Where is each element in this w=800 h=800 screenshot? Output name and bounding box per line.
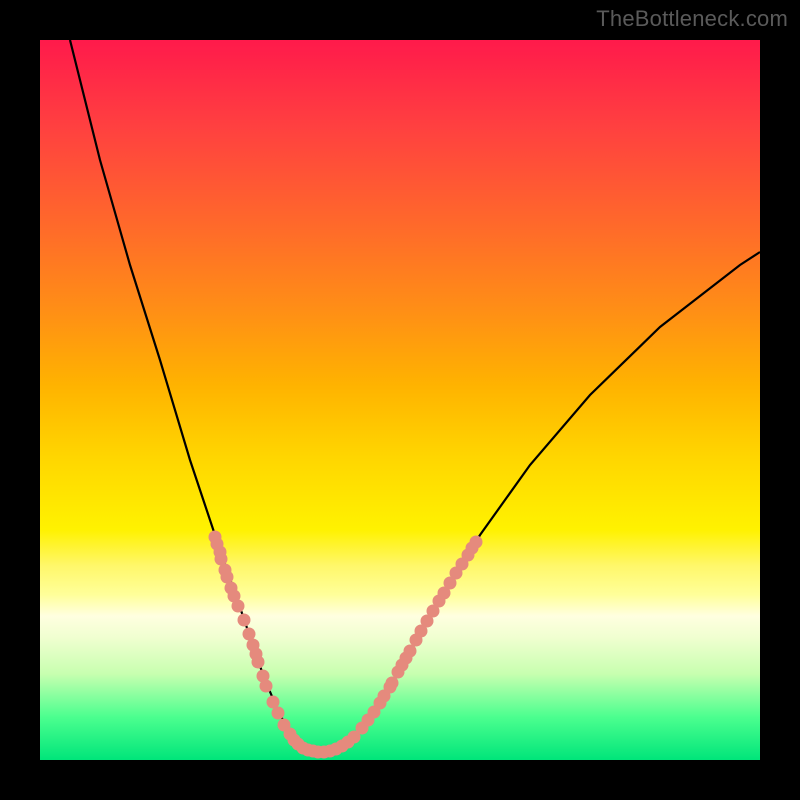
data-marker: [252, 656, 265, 669]
plot-area: [40, 40, 760, 760]
chart-frame: TheBottleneck.com: [0, 0, 800, 800]
data-marker: [404, 645, 417, 658]
data-marker: [386, 677, 399, 690]
data-markers: [209, 531, 483, 759]
data-marker: [232, 600, 245, 613]
data-marker: [260, 680, 273, 693]
data-marker: [272, 707, 285, 720]
data-marker: [470, 536, 483, 549]
watermark-text: TheBottleneck.com: [596, 6, 788, 32]
data-marker: [238, 614, 251, 627]
chart-svg: [40, 40, 760, 760]
